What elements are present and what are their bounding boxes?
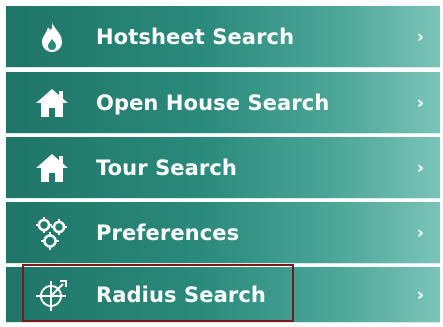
flame-icon — [34, 19, 70, 55]
chevron-right-icon: › — [416, 157, 424, 178]
search-menu: Hotsheet Search › Open House Search › To… — [0, 0, 443, 327]
menu-item-open-house-search[interactable]: Open House Search › — [6, 72, 440, 134]
chevron-right-icon: › — [416, 222, 424, 243]
house-icon — [34, 150, 70, 186]
chevron-right-icon: › — [416, 26, 424, 47]
menu-item-hotsheet-search[interactable]: Hotsheet Search › — [6, 6, 440, 68]
gears-icon — [34, 215, 70, 251]
menu-item-label: Preferences — [96, 220, 240, 245]
chevron-right-icon: › — [416, 92, 424, 113]
menu-item-label: Tour Search — [96, 155, 237, 180]
house-icon — [34, 85, 70, 121]
menu-item-label: Open House Search — [96, 90, 330, 115]
menu-item-label: Hotsheet Search — [96, 24, 295, 49]
menu-item-preferences[interactable]: Preferences › — [6, 202, 440, 264]
crosshair-icon — [34, 277, 70, 313]
menu-item-tour-search[interactable]: Tour Search › — [6, 137, 440, 199]
menu-item-label: Radius Search — [96, 282, 266, 307]
menu-item-radius-search[interactable]: Radius Search › — [6, 267, 440, 323]
chevron-right-icon: › — [416, 284, 424, 305]
